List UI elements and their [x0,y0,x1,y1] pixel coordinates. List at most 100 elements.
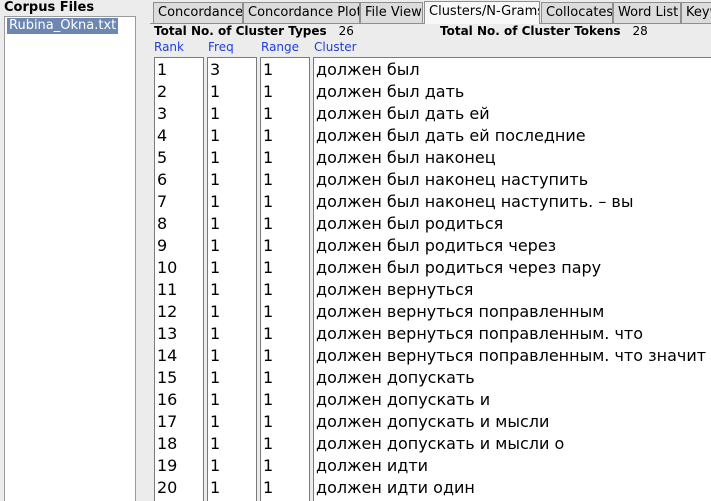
freq-cell: 1 [210,478,221,497]
cluster-tokens-label: Total No. of Cluster Tokens [440,24,621,38]
range-cell: 1 [263,60,274,79]
rank-cell: 18 [157,434,178,453]
cluster-cell: должен был родиться через пару [316,258,602,277]
range-cell: 1 [263,214,274,233]
range-cell: 1 [263,82,274,101]
tab-keyword-list[interactable]: Keyw [681,2,711,23]
rank-column[interactable]: 1 2 3 4 5 6 7 8 9 10 11 12 13 14 15 16 17 18 19 20 [154,57,204,501]
range-cell: 1 [263,236,274,255]
tab-concordance-plot[interactable]: Concordance Plot [243,2,360,23]
range-cell: 1 [263,412,274,431]
rank-cell: 10 [157,258,178,277]
cluster-cell: должен был наконец наступить. – вы [316,192,634,211]
cluster-cell: должен был наконец наступить [316,170,589,189]
freq-cell: 1 [210,126,221,145]
rank-cell: 13 [157,324,178,343]
cluster-cell: должен вернуться [316,280,474,299]
freq-cell: 1 [210,148,221,167]
freq-column[interactable]: 3 1 1 1 1 1 1 1 1 1 1 1 1 1 1 1 1 1 1 1 [207,57,257,501]
freq-cell: 1 [210,390,221,409]
range-cell: 1 [263,368,274,387]
range-cell: 1 [263,258,274,277]
range-column-header[interactable]: Range [261,40,299,54]
rank-cell: 14 [157,346,178,365]
range-cell: 1 [263,324,274,343]
cluster-types-stat: Total No. of Cluster Types 26 [154,24,354,39]
range-cell: 1 [263,390,274,409]
freq-cell: 1 [210,236,221,255]
rank-cell: 6 [157,170,168,189]
cluster-cell: должен был [316,60,420,79]
cluster-tokens-stat: Total No. of Cluster Tokens 28 [440,24,648,39]
cluster-cell: должен был дать [316,82,465,101]
rank-cell: 8 [157,214,168,233]
range-cell: 1 [263,280,274,299]
cluster-cell: должен был наконец [316,148,496,167]
cluster-cell: должен допускать и мысли о [316,434,565,453]
cluster-types-label: Total No. of Cluster Types [154,24,327,38]
range-column[interactable]: 1 1 1 1 1 1 1 1 1 1 1 1 1 1 1 1 1 1 1 1 [260,57,310,501]
cluster-cell: должен допускать и мысли [316,412,550,431]
freq-cell: 3 [210,60,221,79]
range-cell: 1 [263,346,274,365]
corpus-file-item[interactable]: Rubina_Okna.txt [7,18,119,34]
freq-cell: 1 [210,82,221,101]
range-cell: 1 [263,478,274,497]
cluster-tokens-value: 28 [632,24,648,38]
freq-cell: 1 [210,214,221,233]
rank-column-header[interactable]: Rank [154,40,184,54]
cluster-cell: должен вернуться поправленным. что [316,324,644,343]
corpus-file-list[interactable]: Rubina_Okna.txt [4,16,136,501]
cluster-cell: должен допускать [316,368,475,387]
tab-clusters-ngrams[interactable]: Clusters/N-Grams [424,1,540,24]
tab-collocates[interactable]: Collocates [541,2,613,23]
rank-cell: 11 [157,280,178,299]
range-cell: 1 [263,456,274,475]
range-cell: 1 [263,170,274,189]
freq-cell: 1 [210,258,221,277]
rank-cell: 2 [157,82,168,101]
rank-cell: 9 [157,236,168,255]
freq-cell: 1 [210,412,221,431]
rank-cell: 19 [157,456,178,475]
rank-cell: 17 [157,412,178,431]
range-cell: 1 [263,104,274,123]
range-cell: 1 [263,148,274,167]
range-cell: 1 [263,302,274,321]
freq-cell: 1 [210,346,221,365]
cluster-types-value: 26 [338,24,354,38]
cluster-cell: должен был дать ей [316,104,490,123]
rank-cell: 1 [157,60,168,79]
cluster-column-header[interactable]: Cluster [314,40,357,54]
freq-cell: 1 [210,324,221,343]
rank-cell: 16 [157,390,178,409]
freq-cell: 1 [210,302,221,321]
tab-file-view[interactable]: File View [360,2,423,23]
tab-word-list[interactable]: Word List [613,2,681,23]
range-cell: 1 [263,434,274,453]
freq-cell: 1 [210,104,221,123]
freq-cell: 1 [210,192,221,211]
cluster-cell: должен был дать ей последние [316,126,586,145]
cluster-column[interactable]: должен был должен был дать должен был дать… [313,57,711,501]
cluster-cell: должен допускать и [316,390,491,409]
rank-cell: 12 [157,302,178,321]
freq-cell: 1 [210,170,221,189]
cluster-cell: должен идти [316,456,429,475]
rank-cell: 20 [157,478,178,497]
cluster-cell: должен идти один [316,478,475,497]
freq-cell: 1 [210,280,221,299]
freq-column-header[interactable]: Freq [208,40,234,54]
freq-cell: 1 [210,368,221,387]
rank-cell: 7 [157,192,168,211]
freq-cell: 1 [210,456,221,475]
rank-cell: 5 [157,148,168,167]
cluster-cell: должен был родиться через [316,236,557,255]
range-cell: 1 [263,192,274,211]
tab-concordance[interactable]: Concordance [153,2,243,23]
cluster-cell: должен вернуться поправленным. что значи… [316,346,707,365]
corpus-files-title: Corpus Files [4,0,95,15]
range-cell: 1 [263,126,274,145]
rank-cell: 3 [157,104,168,123]
rank-cell: 4 [157,126,168,145]
